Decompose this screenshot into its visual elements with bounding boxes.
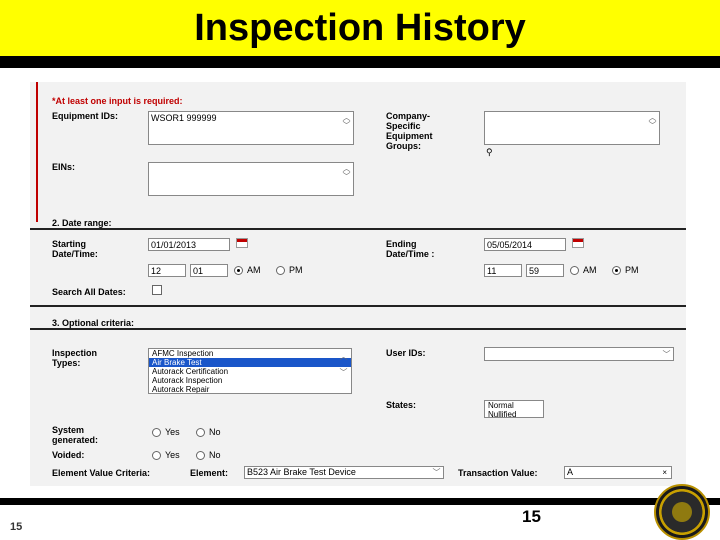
lookup-icon[interactable]: ⚲ [486, 147, 493, 158]
user-ids-input[interactable]: ﹀ [484, 347, 674, 361]
list-item[interactable]: Autorack Inspection [149, 376, 351, 385]
system-generated-yes-radio[interactable] [152, 428, 161, 437]
system-generated-no-radio[interactable] [196, 428, 205, 437]
start-minute-input[interactable]: 01 [190, 264, 228, 277]
chevron-down-icon[interactable]: ﹀ [432, 469, 441, 477]
end-minute-input[interactable]: 59 [526, 264, 564, 277]
company-groups-label: Company- Specific Equipment Groups: [386, 111, 433, 151]
end-am-label: AM [583, 265, 597, 275]
end-hour-input[interactable]: 11 [484, 264, 522, 277]
voided-no-radio[interactable] [196, 451, 205, 460]
start-date-input[interactable]: 01/01/2013 [148, 238, 230, 251]
list-item[interactable]: Autorack Repair [149, 385, 351, 393]
end-pm-label: PM [625, 265, 639, 275]
date-range-heading: 2. Date range: [52, 218, 112, 228]
slide-number-left: 15 [10, 521, 23, 533]
element-label: Element: [190, 468, 229, 478]
title-underline [0, 56, 720, 68]
starting-datetime-label: Starting Date/Time: [52, 239, 98, 259]
transaction-value: A [567, 467, 574, 477]
chevron-down-icon[interactable]: ﹀ [662, 351, 671, 359]
section-divider [30, 228, 686, 230]
scroll-arrows-icon[interactable]: ︿ ﹀ [648, 114, 657, 130]
end-date-input[interactable]: 05/05/2014 [484, 238, 566, 251]
list-item[interactable]: AFMC Inspection [149, 349, 351, 358]
list-item-selected[interactable]: Air Brake Test [149, 358, 351, 367]
states-label: States: [386, 400, 417, 410]
equipment-ids-label: Equipment IDs: [52, 111, 119, 121]
transaction-value-label: Transaction Value: [458, 468, 538, 478]
seal-logo-icon [654, 484, 710, 540]
element-select[interactable]: B523 Air Brake Test Device ﹀ [244, 466, 444, 479]
section-divider [30, 328, 686, 330]
start-am-label: AM [247, 265, 261, 275]
list-item[interactable]: Nullified [485, 410, 543, 417]
footer-bar [0, 498, 720, 505]
yes-label: Yes [165, 427, 180, 437]
calendar-icon[interactable] [572, 238, 584, 248]
search-all-dates-label: Search All Dates: [52, 287, 126, 297]
clear-icon[interactable]: × [662, 468, 667, 477]
eins-input[interactable]: ︿ ﹀ [148, 162, 354, 196]
no-label: No [209, 450, 221, 460]
slide-title: Inspection History [194, 7, 526, 49]
element-value-criteria-label: Element Value Criteria: [52, 468, 151, 478]
voided-yes-radio[interactable] [152, 451, 161, 460]
user-ids-label: User IDs: [386, 348, 426, 358]
list-item[interactable]: Autorack Certification [149, 367, 351, 376]
start-pm-radio[interactable] [276, 266, 285, 275]
search-all-dates-checkbox[interactable] [152, 285, 162, 295]
inspection-types-list[interactable]: AFMC Inspection Air Brake Test Autorack … [148, 348, 352, 394]
slide-number-center: 15 [522, 507, 541, 526]
required-note: *At least one input is required: [52, 96, 183, 106]
element-value: B523 Air Brake Test Device [247, 467, 356, 477]
optional-criteria-heading: 3. Optional criteria: [52, 318, 135, 328]
states-list[interactable]: Normal Nullified [484, 400, 544, 418]
slide-title-bar: Inspection History [0, 0, 720, 56]
scroll-arrows-icon[interactable]: ︿ ﹀ [342, 114, 351, 130]
voided-label: Voided: [52, 450, 85, 460]
system-generated-label: System generated: [52, 425, 99, 445]
list-item[interactable]: Normal [485, 401, 543, 410]
start-am-radio[interactable] [234, 266, 243, 275]
required-marker [36, 82, 38, 222]
scroll-arrows-icon[interactable]: ︿ ﹀ [342, 165, 351, 181]
start-pm-label: PM [289, 265, 303, 275]
company-groups-input[interactable]: ︿ ﹀ [484, 111, 660, 145]
scroll-arrows-icon[interactable]: ︿ ﹀ [339, 353, 348, 377]
section-divider [30, 305, 686, 307]
end-am-radio[interactable] [570, 266, 579, 275]
equipment-ids-input[interactable]: WSOR1 999999 ︿ ﹀ [148, 111, 354, 145]
no-label: No [209, 427, 221, 437]
transaction-value-input[interactable]: A × [564, 466, 672, 479]
ending-datetime-label: Ending Date/Time : [386, 239, 435, 259]
end-pm-radio[interactable] [612, 266, 621, 275]
eins-label: EINs: [52, 162, 76, 172]
calendar-icon[interactable] [236, 238, 248, 248]
start-hour-input[interactable]: 12 [148, 264, 186, 277]
inspection-types-label: Inspection Types: [52, 348, 98, 368]
yes-label: Yes [165, 450, 180, 460]
equipment-ids-value: WSOR1 999999 [151, 113, 217, 123]
